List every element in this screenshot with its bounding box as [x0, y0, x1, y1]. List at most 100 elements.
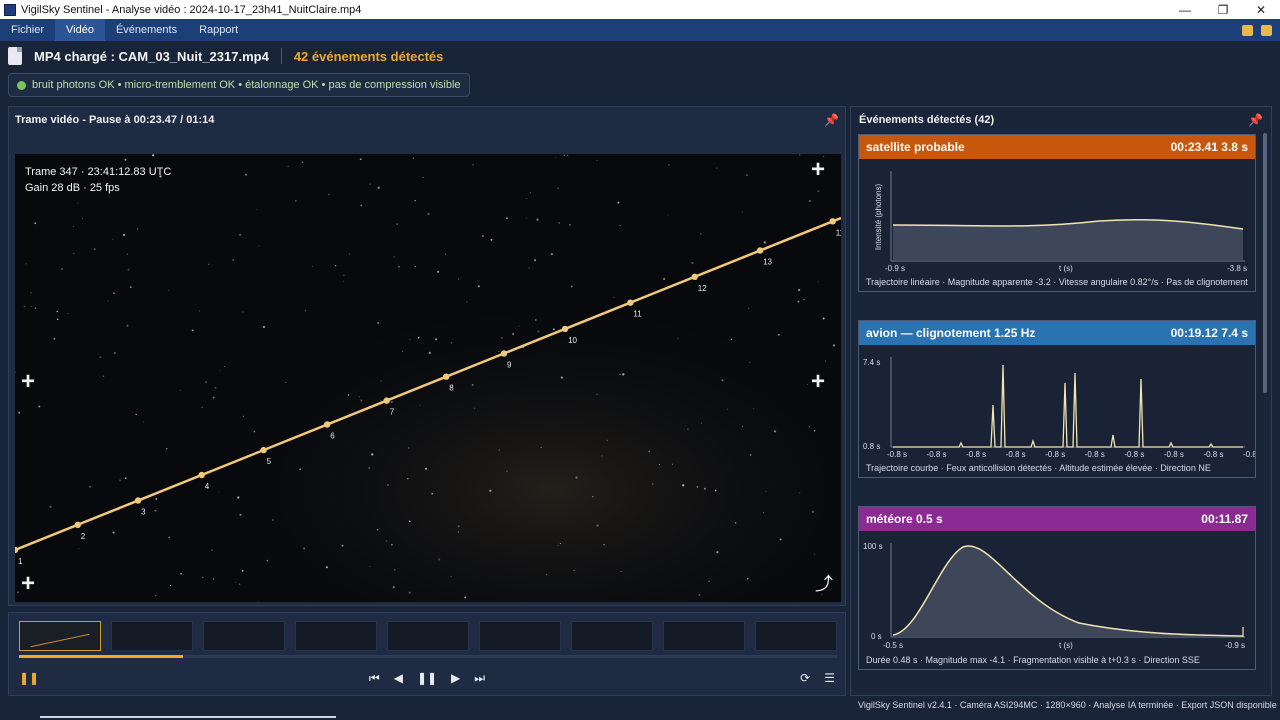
thumbnail[interactable] — [387, 621, 469, 651]
frame-timestamp: Trame 347 · 23:41:12.83 UTC — [25, 166, 172, 178]
menu-evenements[interactable]: Événements — [105, 19, 188, 41]
menu-icon[interactable]: ☰ — [824, 671, 835, 685]
star — [93, 248, 96, 251]
event-title: satellite probable — [866, 140, 965, 154]
window-title: VigilSky Sentinel - Analyse vidéo : 2024… — [21, 3, 362, 16]
thumbnail[interactable] — [755, 621, 837, 651]
star — [814, 553, 816, 555]
star — [285, 382, 287, 384]
scrollbar[interactable] — [1263, 133, 1267, 393]
trajectory-point[interactable] — [627, 299, 634, 306]
star — [99, 356, 102, 359]
star — [126, 324, 129, 327]
trajectory-point[interactable] — [500, 350, 508, 357]
pause-indicator-icon[interactable]: ❚❚ — [19, 671, 39, 685]
trajectory-point-label: 2 — [81, 532, 86, 541]
trajectory-point[interactable] — [756, 247, 764, 254]
thumbnail[interactable] — [295, 621, 377, 651]
star — [765, 490, 767, 493]
star — [232, 259, 235, 261]
star — [450, 342, 452, 344]
video-frame[interactable]: 1234567891011121311 Trame 347 · 23:41:12… — [15, 154, 841, 602]
thumbnail[interactable] — [19, 621, 101, 651]
video-frame-canvas: 1234567891011121311 — [15, 154, 841, 602]
menu-fichier[interactable]: Fichier — [0, 19, 55, 41]
trend-icon[interactable]: ⤴ — [815, 570, 833, 596]
star — [703, 487, 706, 490]
trajectory-point[interactable] — [561, 325, 569, 333]
event-card-satellite[interactable]: satellite probable 00:23.41 3.8 s Intens… — [858, 134, 1256, 292]
star — [753, 408, 755, 410]
star — [797, 288, 801, 292]
star — [25, 263, 27, 265]
minimize-button[interactable]: — — [1166, 3, 1204, 17]
star — [651, 482, 654, 485]
trajectory-point[interactable] — [324, 421, 331, 428]
star — [529, 191, 532, 194]
star — [557, 544, 559, 547]
milky-way-glow — [15, 154, 841, 602]
playback-controls: ❚❚ ⏮ ◀ ❚❚ ▶ ⏭ ⟳ ☰ — [9, 667, 845, 689]
trajectory-point[interactable] — [383, 397, 390, 404]
lock-icon[interactable] — [1242, 24, 1253, 36]
trajectory-point[interactable] — [691, 273, 698, 280]
star — [303, 547, 306, 550]
skip-end-icon[interactable]: ⏭ — [474, 671, 485, 686]
star — [262, 325, 266, 329]
app-icon — [4, 3, 16, 16]
event-meta: 00:11.87 — [1201, 512, 1248, 526]
trajectory-point[interactable] — [134, 497, 142, 504]
video-header-label: Trame vidéo - Pause à 00:23.47 / 01:14 — [15, 114, 215, 126]
star — [570, 285, 573, 288]
step-back-icon[interactable]: ◀ — [394, 671, 403, 685]
loop-icon[interactable]: ⟳ — [800, 671, 810, 685]
star — [474, 407, 476, 409]
x-tick-label: -0.8 s — [1124, 450, 1144, 459]
star — [294, 199, 297, 202]
star — [253, 430, 256, 433]
star — [558, 222, 561, 224]
menu-video[interactable]: Vidéo — [55, 19, 105, 41]
event-card-meteore[interactable]: météore 0.5 s 00:11.87 100 s 0 s -0.5 s … — [858, 506, 1256, 670]
pin-icon[interactable]: 📌 — [1248, 113, 1263, 127]
pin-icon[interactable]: 📌 — [824, 113, 839, 127]
thumbnail[interactable] — [203, 621, 285, 651]
ok-status-icon — [17, 80, 26, 90]
star — [81, 217, 84, 219]
trajectory-point[interactable] — [829, 218, 836, 225]
star — [113, 351, 116, 355]
trajectory-point[interactable] — [198, 471, 205, 479]
thumbnail[interactable] — [571, 621, 653, 651]
menu-rapport[interactable]: Rapport — [188, 19, 249, 41]
thumbnail[interactable] — [663, 621, 745, 651]
star — [819, 233, 821, 235]
event-card-avion[interactable]: avion — clignotement 1.25 Hz 00:19.12 7.… — [858, 320, 1256, 478]
star — [142, 421, 144, 423]
star — [560, 376, 563, 379]
skip-start-icon[interactable]: ⏮ — [369, 671, 380, 686]
trajectory-point[interactable] — [74, 521, 81, 528]
playback-scrubber[interactable] — [19, 655, 837, 658]
trajectory-point-label: 6 — [330, 432, 335, 441]
star — [204, 381, 208, 384]
notification-icon[interactable] — [1261, 24, 1272, 36]
star — [377, 322, 379, 324]
star — [730, 338, 733, 341]
pause-icon[interactable]: ❚❚ — [417, 671, 437, 685]
star — [559, 543, 561, 545]
step-forward-icon[interactable]: ▶ — [451, 671, 460, 685]
x-tick-label: -0.8 s — [1243, 450, 1255, 459]
trajectory-point-label: 11 — [836, 228, 841, 237]
trajectory-point[interactable] — [443, 373, 450, 380]
star — [550, 252, 553, 256]
thumbnail[interactable] — [479, 621, 561, 651]
maximize-button[interactable]: ❐ — [1204, 3, 1242, 17]
star — [348, 253, 351, 255]
thumbnail[interactable] — [111, 621, 193, 651]
playback-progress — [19, 655, 183, 658]
star — [129, 286, 132, 289]
star — [682, 484, 685, 487]
star — [528, 267, 530, 269]
close-button[interactable]: ✕ — [1242, 3, 1280, 17]
trajectory-point[interactable] — [260, 446, 267, 454]
